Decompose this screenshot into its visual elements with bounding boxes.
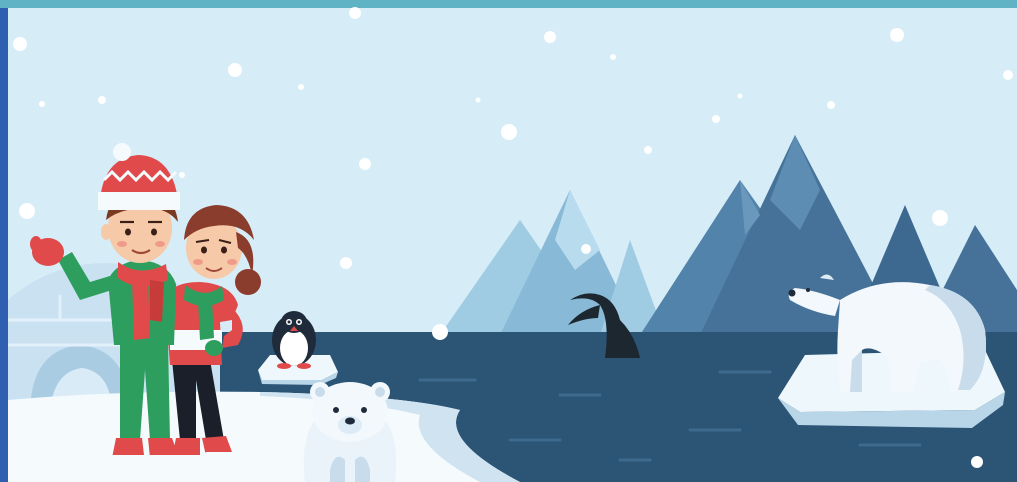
- frame-left-bar: [0, 8, 8, 482]
- bear-cub-icon: [303, 382, 397, 482]
- frame-top-bar: [0, 0, 1017, 8]
- arctic-scene-illustration: [0, 0, 1017, 482]
